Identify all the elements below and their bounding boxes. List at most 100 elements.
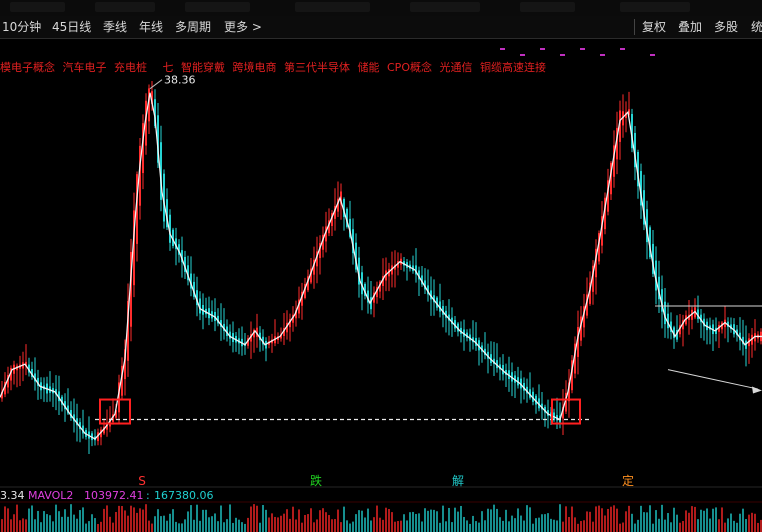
- volume-bar: [613, 505, 615, 532]
- volume-bar: [178, 523, 180, 532]
- volume-bar: [79, 510, 81, 532]
- nav-ghost-tab[interactable]: [620, 2, 690, 12]
- indicator-dash: [650, 54, 655, 56]
- volume-bar: [412, 511, 414, 532]
- volume-bar: [526, 505, 528, 532]
- volume-bar: [88, 521, 90, 532]
- volume-bar: [433, 509, 435, 532]
- volume-bar: [682, 520, 684, 532]
- indicator-dash: [580, 48, 585, 50]
- volume-bar: [745, 519, 747, 532]
- signal-marker: 定: [622, 473, 634, 488]
- season-line-button[interactable]: 季线: [103, 19, 127, 35]
- volume-bar: [409, 512, 411, 532]
- nav-ghost-tab[interactable]: [520, 2, 575, 12]
- volume-bar: [562, 521, 564, 532]
- volume-bar: [16, 504, 18, 532]
- volume-bar: [559, 504, 561, 532]
- more-button[interactable]: 更多 >: [224, 19, 262, 35]
- volume-bar: [154, 516, 156, 532]
- volume-bar: [241, 522, 243, 532]
- volume-bar: [547, 513, 549, 532]
- nav-ghost-tab[interactable]: [95, 2, 155, 12]
- volume-bar: [466, 520, 468, 532]
- volume-bar: [400, 520, 402, 532]
- period-10min-button[interactable]: 10分钟: [2, 19, 41, 35]
- volume-bar: [523, 520, 525, 532]
- volume-bar: [10, 519, 12, 532]
- volume-bar: [322, 508, 324, 532]
- nav-ghost-tab[interactable]: [410, 2, 480, 12]
- nav-ghost-tab[interactable]: [185, 2, 250, 12]
- nav-ghost-tab[interactable]: [10, 2, 65, 12]
- volume-bar: [304, 514, 306, 532]
- volume-bar: [268, 517, 270, 532]
- volume-bar: [307, 514, 309, 532]
- volume-bar: [586, 511, 588, 532]
- volume-bar: [217, 521, 219, 532]
- volume-bar: [736, 522, 738, 532]
- indicator-dash: [560, 54, 565, 56]
- multi-stock-button[interactable]: 多股: [714, 19, 738, 35]
- volume-bar: [487, 508, 489, 532]
- volume-bar: [340, 522, 342, 532]
- volume-bar: [337, 509, 339, 532]
- volume-bar: [187, 511, 189, 532]
- overlay-button[interactable]: 叠加: [678, 19, 702, 35]
- volume-bar: [457, 511, 459, 532]
- multi-period-button[interactable]: 多周期: [175, 19, 211, 35]
- ma45-button[interactable]: 45日线: [52, 19, 91, 35]
- nav-ghost-tab[interactable]: [295, 2, 370, 12]
- volume-bar: [688, 512, 690, 532]
- volume-bar: [91, 514, 93, 532]
- year-line-button[interactable]: 年线: [139, 19, 163, 35]
- volume-bar: [601, 508, 603, 532]
- volume-bar: [259, 522, 261, 532]
- volume-bar: [610, 506, 612, 532]
- volume-bar: [583, 520, 585, 532]
- volume-bar: [130, 505, 132, 532]
- volume-bar: [310, 508, 312, 532]
- volume-bar: [553, 519, 555, 532]
- volume-bar: [493, 504, 495, 532]
- volume-bar: [712, 508, 714, 532]
- volume-bar: [550, 518, 552, 532]
- volume-bar: [163, 515, 165, 532]
- volume-bar: [670, 522, 672, 532]
- mavol-name-label: MAVOL2: [28, 489, 74, 502]
- volume-bar: [658, 518, 660, 532]
- volume-bar: [427, 510, 429, 532]
- volume-bar: [157, 509, 159, 532]
- volume-bar: [379, 517, 381, 532]
- volume-bar: [133, 507, 135, 532]
- volume-bar: [46, 514, 48, 532]
- volume-bar: [151, 523, 153, 532]
- volume-bar: [571, 506, 573, 532]
- indicator-dash: [520, 54, 525, 56]
- volume-bar: [598, 505, 600, 532]
- volume-bar: [742, 508, 744, 532]
- volume-bar: [19, 520, 21, 532]
- stats-button[interactable]: 统: [751, 19, 762, 35]
- volume-bar: [166, 520, 168, 532]
- price-overlay: 38.36: [0, 48, 762, 440]
- volume-bar: [406, 520, 408, 532]
- adjust-button[interactable]: 复权: [642, 19, 666, 35]
- volume-bar: [112, 522, 114, 532]
- volume-bar: [703, 510, 705, 532]
- mavol-value2-label: 167380.06: [154, 489, 214, 502]
- volume-bar: [673, 507, 675, 532]
- volume-bar: [139, 508, 141, 532]
- volume-bar: [265, 509, 267, 532]
- indicator-dash: [540, 48, 545, 50]
- volume-bar: [40, 522, 42, 532]
- volume-bar: [649, 505, 651, 532]
- volume-bar: [214, 513, 216, 532]
- volume-bar: [388, 508, 390, 532]
- volume-bar: [568, 517, 570, 532]
- price-chart[interactable]: 38.36 S 跌 解 定: [0, 40, 762, 532]
- volume-bar: [376, 505, 378, 532]
- volume-bar: [289, 518, 291, 532]
- volume-bar: [439, 522, 441, 532]
- volume-bar: [721, 507, 723, 532]
